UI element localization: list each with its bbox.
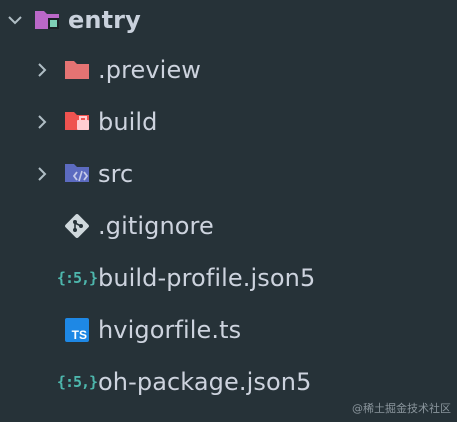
chevron-right-icon[interactable] <box>30 58 54 82</box>
watermark: @稀土掘金技术社区 <box>352 402 451 415</box>
tree-item-label: src <box>98 160 134 188</box>
folder-src-icon <box>63 160 91 188</box>
chevron-right-icon[interactable] <box>30 110 54 134</box>
tree-item-label: entry <box>68 6 141 34</box>
tree-item-label: oh-package.json5 <box>98 368 312 396</box>
tree-item-label: .gitignore <box>98 212 214 240</box>
tree-item-build[interactable]: build <box>0 96 457 148</box>
tree-item-entry[interactable]: entry <box>0 0 457 46</box>
folder-icon <box>63 56 91 84</box>
tree-item-preview[interactable]: .preview <box>0 44 457 96</box>
tree-item-label: build-profile.json5 <box>98 264 316 292</box>
tree-item-src[interactable]: src <box>0 148 457 200</box>
chevron-right-icon[interactable] <box>30 162 54 186</box>
json5-icon: {:5,} <box>56 373 98 391</box>
tree-item-build-profile-json5[interactable]: {:5,} build-profile.json5 <box>0 252 457 304</box>
tree-item-label: hvigorfile.ts <box>98 316 242 344</box>
json5-icon: {:5,} <box>56 269 98 287</box>
git-icon <box>63 212 91 240</box>
typescript-icon: TS <box>63 316 91 344</box>
tree-item-gitignore[interactable]: .gitignore <box>0 200 457 252</box>
folder-build-icon <box>63 108 91 136</box>
folder-open-icon <box>33 6 61 34</box>
tree-item-label: build <box>98 108 158 136</box>
chevron-down-icon[interactable] <box>3 8 27 32</box>
file-explorer-tree: entry .preview build src .gitignore {:5,… <box>0 0 457 422</box>
tree-item-label: .preview <box>98 56 202 84</box>
tree-item-hvigorfile-ts[interactable]: TS hvigorfile.ts <box>0 304 457 356</box>
